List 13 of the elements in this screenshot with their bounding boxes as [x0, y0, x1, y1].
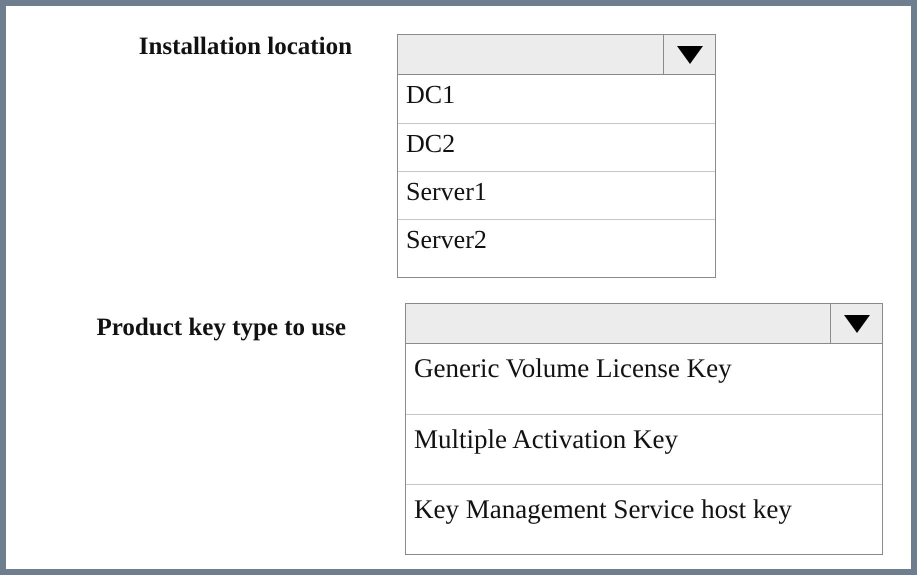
dropdown-option[interactable]: Generic Volume License Key	[406, 344, 882, 414]
dropdown-option[interactable]: Server1	[398, 171, 715, 219]
dropdown-option[interactable]: Multiple Activation Key	[406, 414, 882, 484]
dropdown-option[interactable]: DC1	[398, 75, 715, 123]
dropdown-field[interactable]	[406, 304, 882, 344]
question-label: Installation location	[138, 32, 352, 62]
caret-icon	[676, 44, 704, 64]
dropdown-option[interactable]: DC2	[398, 123, 715, 171]
dropdown-option[interactable]: Server2	[398, 219, 715, 277]
dropdown-field[interactable]	[398, 35, 715, 75]
question-label: Product key type to use	[95, 313, 346, 343]
caret-icon	[842, 314, 870, 334]
dropdown-option[interactable]: Key Management Service host key	[406, 484, 882, 554]
